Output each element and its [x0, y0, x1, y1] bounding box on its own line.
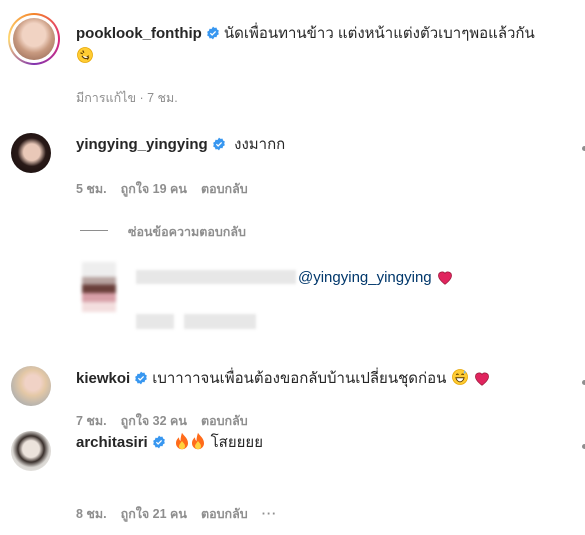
like-count[interactable]: ถูกใจ 21 คน	[121, 507, 187, 521]
reply-button[interactable]: ตอบกลับ	[201, 414, 248, 428]
comment-username[interactable]: yingying_yingying	[76, 136, 208, 153]
post-caption: นัดเพื่อนทานข้าว แต่งหน้าแต่งตัวเบาๆพอแล…	[223, 25, 535, 42]
rolling-on-floor-laughing-emoji	[77, 47, 93, 63]
fire-emoji	[192, 432, 205, 450]
verified-badge-icon	[206, 26, 219, 40]
comment-username[interactable]: kiewkoi	[76, 370, 130, 387]
reply-likes-blurred	[184, 314, 256, 329]
reply-button[interactable]: ตอบกลับ	[201, 507, 248, 521]
comment-username[interactable]: architasiri	[76, 434, 148, 451]
comment-text: โสยยยย	[210, 434, 263, 451]
reply-avatar-blurred[interactable]	[82, 262, 116, 312]
post-meta: มีการแก้ไข · 7 ชม.	[76, 91, 178, 105]
reply-mention[interactable]: @yingying_yingying	[298, 269, 432, 286]
red-heart-emoji	[438, 271, 453, 285]
red-heart-emoji	[475, 372, 490, 386]
replies-line	[80, 230, 108, 231]
avatar[interactable]	[11, 133, 51, 173]
avatar	[13, 18, 55, 60]
verified-badge-icon	[135, 371, 148, 385]
avatar[interactable]	[11, 431, 51, 471]
reply-button[interactable]: ตอบกลับ	[201, 182, 248, 196]
verified-badge-icon	[212, 137, 225, 151]
grinning-sweat-emoji	[451, 369, 468, 385]
comment-time: 8 ชม.	[76, 507, 107, 521]
hide-replies-button[interactable]: ซ่อนข้อความตอบกลับ	[128, 222, 246, 242]
comment-text: งงมากก	[234, 136, 286, 153]
story-ring[interactable]	[8, 13, 60, 65]
avatar[interactable]	[11, 366, 51, 406]
fire-emoji	[176, 432, 189, 450]
like-count[interactable]: ถูกใจ 32 คน	[121, 414, 187, 428]
comment-time: 7 ชม.	[76, 414, 107, 428]
more-options-button[interactable]: ···	[262, 507, 278, 521]
comment-time: 5 ชม.	[76, 182, 107, 196]
like-count[interactable]: ถูกใจ 19 คน	[121, 182, 187, 196]
reply-time-blurred	[136, 314, 174, 329]
verified-badge-icon	[152, 435, 165, 449]
post-username[interactable]: pooklook_fonthip	[76, 25, 202, 42]
reply-username-blurred	[136, 270, 296, 284]
comment-text: เบาาาาจนเพื่อนต้องขอกลับบ้านเปลี่ยนชุดก่…	[152, 370, 447, 387]
